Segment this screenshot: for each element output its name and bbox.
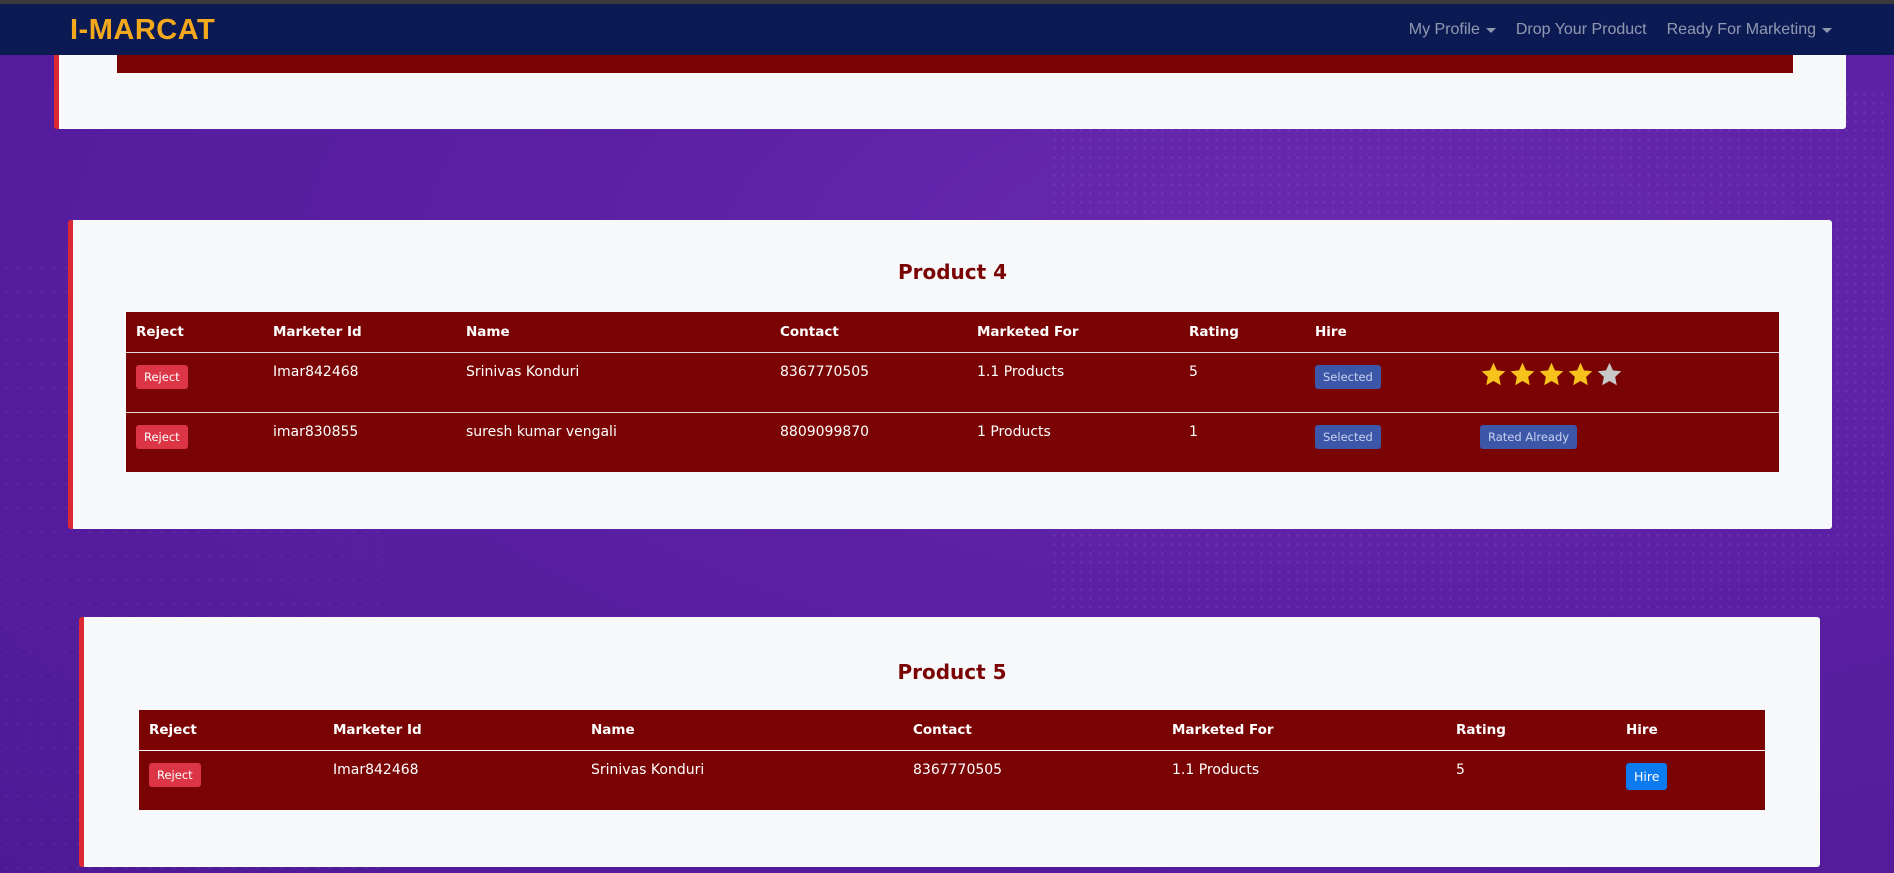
product-card-4: Product 4 Reject Marketer Id Name Contac… — [68, 220, 1832, 529]
product-title: Product 5 — [897, 660, 1007, 684]
nav-drop-your-product-label: Drop Your Product — [1515, 21, 1647, 38]
column-header: Marketer Id — [323, 710, 581, 751]
selected-button[interactable]: Selected — [1315, 364, 1381, 389]
nav-links: My Profile Drop Your Product Ready For M… — [1409, 21, 1832, 39]
star-filled-icon[interactable] — [1538, 361, 1565, 388]
rating: 5 — [1456, 761, 1465, 778]
hire-cell: Selected — [1305, 352, 1470, 412]
column-header: Marketer Id — [263, 312, 456, 353]
marketer-table: Reject Marketer Id Name Contact Marketed… — [139, 710, 1765, 810]
reject-cell: Reject — [126, 352, 263, 412]
product-title: Product 4 — [897, 260, 1008, 284]
marketed-for: 1.1 Products — [977, 363, 1065, 380]
reject-button[interactable]: Reject — [136, 364, 188, 389]
column-header: Hire — [1616, 710, 1765, 751]
chevron-down-icon — [1485, 27, 1496, 33]
column-header: Name — [581, 710, 903, 751]
star-empty-icon[interactable] — [1596, 361, 1623, 388]
selected-button[interactable]: Selected — [1315, 424, 1381, 449]
column-header: Rating — [1179, 312, 1305, 353]
chevron-down-icon — [1822, 27, 1832, 33]
reject-cell: Reject — [126, 411, 263, 472]
column-header: Rating — [1446, 710, 1616, 751]
column-header: Marketed For — [967, 312, 1179, 353]
rating: 5 — [1189, 363, 1198, 380]
rated-already-button[interactable]: Rated Already — [1480, 424, 1578, 449]
rating: 1 — [1179, 411, 1305, 472]
marketed-for: 1.1 Products — [1172, 761, 1260, 778]
star-rating-cell — [1470, 352, 1779, 412]
contact: 8367770505 — [780, 363, 870, 380]
star-filled-icon[interactable] — [1509, 361, 1536, 388]
column-header: Name — [456, 312, 770, 353]
reject-button[interactable]: Reject — [149, 762, 201, 787]
star-rating[interactable] — [1480, 361, 1769, 388]
marketer-name: Srinivas Konduri — [466, 363, 580, 380]
hire-button[interactable]: Hire — [1626, 762, 1668, 790]
marketed-for: 1 Products — [967, 411, 1179, 472]
contact: 8367770505 — [913, 761, 1003, 778]
table-row: Reject Imar842468 Srinivas Konduri 83677… — [139, 750, 1765, 810]
product-card-5: Product 5 Reject Marketer Id Name Contac… — [79, 617, 1820, 867]
table-row: Reject Imar842468 Srinivas Konduri 83677… — [126, 352, 1779, 412]
hire-cell: Selected — [1305, 411, 1470, 472]
marketer-id: Imar842468 — [333, 761, 419, 778]
marketer-id: imar830855 — [263, 411, 456, 472]
nav-my-profile-label: My Profile — [1408, 21, 1480, 38]
reject-cell: Reject — [139, 750, 323, 810]
column-header: Marketed For — [1162, 710, 1446, 751]
table-header-row: Reject Marketer Id Name Contact Marketed… — [126, 312, 1779, 353]
table-row: Reject imar830855 suresh kumar vengali 8… — [126, 411, 1779, 472]
star-filled-icon[interactable] — [1480, 361, 1507, 388]
navbar: I-MARCAT My Profile Drop Your Product Re… — [0, 4, 1894, 55]
column-header: Contact — [770, 312, 967, 353]
marketer-name: suresh kumar vengali — [456, 411, 770, 472]
star-filled-icon[interactable] — [1567, 361, 1594, 388]
marketer-name: Srinivas Konduri — [591, 761, 705, 778]
nav-ready-for-marketing[interactable]: Ready For Marketing — [1667, 21, 1832, 39]
column-header: Reject — [126, 312, 263, 353]
rated-cell: Rated Already — [1470, 411, 1779, 472]
column-header: Hire — [1305, 312, 1470, 353]
nav-ready-for-marketing-label: Ready For Marketing — [1666, 21, 1816, 38]
column-header — [1470, 312, 1779, 353]
hire-cell: Hire — [1616, 750, 1765, 810]
reject-button[interactable]: Reject — [136, 424, 188, 449]
column-header: Contact — [903, 710, 1162, 751]
table-header-row: Reject Marketer Id Name Contact Marketed… — [139, 710, 1765, 751]
contact: 8809099870 — [770, 411, 967, 472]
marketer-table: Reject Marketer Id Name Contact Marketed… — [126, 312, 1779, 472]
marketer-id: Imar842468 — [273, 363, 359, 380]
window-top-border — [0, 0, 1894, 4]
nav-my-profile[interactable]: My Profile — [1409, 21, 1496, 39]
brand-logo[interactable]: I-MARCAT — [70, 14, 215, 47]
table-bottom-strip — [117, 55, 1793, 73]
column-header: Reject — [139, 710, 323, 751]
nav-drop-your-product[interactable]: Drop Your Product — [1516, 21, 1647, 39]
